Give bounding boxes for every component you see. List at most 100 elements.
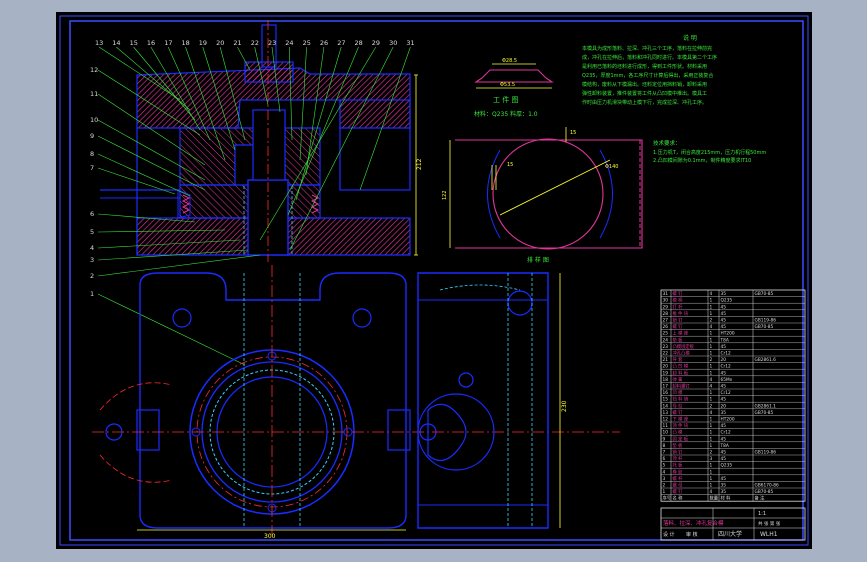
balloon-top-29: 29 bbox=[372, 39, 380, 47]
balloon-left-8: 8 bbox=[90, 150, 94, 158]
bom-cell-name: 销 钉 bbox=[673, 449, 684, 456]
bom-cell-note: GB70-85 bbox=[755, 324, 774, 330]
bom-header-qty: 数量 bbox=[710, 495, 719, 502]
bom-cell-no: 7 bbox=[663, 450, 666, 456]
bom-cell-no: 1 bbox=[663, 489, 666, 495]
balloon-left-7: 7 bbox=[90, 164, 94, 172]
title-block-drawing-no: WLH1 bbox=[760, 531, 778, 538]
bom-cell-qty: 1 bbox=[710, 483, 713, 489]
notes-line-5: 模结构，废料从下模漏出。坯料定位用挡料销，卸料采用 bbox=[582, 81, 707, 88]
bom-cell-mat: Cr12 bbox=[721, 364, 732, 370]
balloon-left-5: 5 bbox=[90, 228, 94, 236]
bom-cell-qty: 1 bbox=[710, 469, 713, 475]
title-block-school: 四川大学 bbox=[718, 530, 742, 538]
notes-line-7: 作时由压力机滑块带动上模下行，完成拉深、冲孔工序。 bbox=[582, 99, 707, 106]
balloon-left-4: 4 bbox=[90, 244, 94, 252]
tech-line-1: 1.压力机T，闭合高度215mm，压力机行程50mm bbox=[653, 149, 766, 156]
bom-cell-name: 弹 簧 bbox=[673, 376, 684, 383]
bom-cell-no: 15 bbox=[663, 397, 669, 403]
blank-label: 排 样 图 bbox=[527, 256, 549, 264]
bom-cell-mat: Q235 bbox=[721, 298, 733, 304]
bom-cell-no: 13 bbox=[663, 410, 669, 416]
bom-header-mat: 材 料 bbox=[721, 495, 732, 502]
bom-cell-no: 5 bbox=[663, 463, 666, 469]
bom-cell-name: 螺 钉 bbox=[673, 409, 684, 416]
tech-line-2: 2.凸凹模间隙为0.1mm，制件精度要求IT10 bbox=[653, 157, 751, 164]
balloon-top-25: 25 bbox=[303, 39, 311, 47]
bom-cell-no: 17 bbox=[663, 384, 669, 390]
balloon-top-21: 21 bbox=[233, 39, 241, 47]
balloon-left-1: 1 bbox=[90, 290, 94, 298]
bom-cell-no: 21 bbox=[663, 357, 669, 363]
bom-cell-name: 橡 胶 bbox=[673, 468, 684, 475]
balloon-top-15: 15 bbox=[130, 39, 138, 47]
cad-canvas[interactable]: 212 13 14 15 16 17 18 19 20 21 22 23 24 25 26 27 28 29 30… bbox=[0, 0, 867, 562]
balloon-left-10: 10 bbox=[90, 116, 98, 124]
bom-cell-no: 19 bbox=[663, 370, 669, 376]
bom-header-note: 备 注 bbox=[755, 495, 766, 502]
bom-cell-mat: 35 bbox=[721, 489, 727, 495]
balloon-top-16: 16 bbox=[147, 39, 155, 47]
bom-cell-mat: 20 bbox=[721, 357, 727, 363]
bom-cell-name: 凸模固定板 bbox=[673, 343, 695, 350]
bom-cell-qty: 2 bbox=[710, 318, 713, 324]
bom-cell-note: GB70-85 bbox=[755, 489, 774, 495]
blank-dia: Φ140 bbox=[605, 164, 618, 170]
bom-cell-qty: 2 bbox=[710, 403, 713, 409]
bom-cell-note: GB6170-86 bbox=[755, 483, 779, 489]
balloon-top-18: 18 bbox=[182, 39, 190, 47]
bom-cell-no: 25 bbox=[663, 331, 669, 337]
bom-cell-name: 托 板 bbox=[673, 462, 684, 469]
bom-cell-name: 卸 料 板 bbox=[673, 369, 689, 376]
title-block-sheet: 共 张 第 张 bbox=[758, 520, 781, 527]
bom-cell-qty: 1 bbox=[710, 337, 713, 343]
bom-cell-qty: 1 bbox=[710, 443, 713, 449]
bom-cell-mat: 35 bbox=[721, 483, 727, 489]
bom-cell-name: 卸料螺钉 bbox=[673, 383, 691, 390]
bom-cell-name: 模 柄 bbox=[673, 297, 684, 304]
bom-cell-qty: 1 bbox=[710, 370, 713, 376]
bom-cell-mat: T8A bbox=[720, 337, 729, 343]
blank-inner: 15 bbox=[507, 162, 513, 168]
bom-header-name: 名 称 bbox=[673, 495, 684, 502]
bom-cell-qty: 4 bbox=[710, 324, 713, 330]
notes-line-1: 本模具为成形落料、拉深、冲孔三个工序，落料在拉伸前完 bbox=[582, 45, 712, 52]
bom-cell-mat: 35 bbox=[721, 291, 727, 297]
bom-cell-name: 下 模 座 bbox=[673, 416, 689, 423]
bom-cell-qty: 1 bbox=[710, 430, 713, 436]
bom-cell-qty: 1 bbox=[710, 364, 713, 370]
balloon-top-23: 23 bbox=[268, 39, 276, 47]
bom-cell-mat: 45 bbox=[721, 384, 727, 390]
bom-cell-name: 螺 母 bbox=[673, 482, 684, 489]
bom-cell-name: 螺 杆 bbox=[673, 475, 684, 482]
blank-height: 122 bbox=[442, 190, 448, 200]
bom-cell-qty: 1 bbox=[710, 331, 713, 337]
bom-cell-no: 4 bbox=[663, 469, 666, 475]
bom-cell-name: 挡 料 销 bbox=[673, 396, 689, 403]
balloon-left-6: 6 bbox=[90, 210, 94, 218]
balloon-top-17: 17 bbox=[164, 39, 172, 47]
dim-width-bottom: 300 bbox=[264, 533, 276, 540]
bom-cell-name: 凹 模 bbox=[673, 389, 684, 396]
bom-cell-note: GB119-86 bbox=[755, 450, 777, 456]
bom-cell-name: 垫 板 bbox=[673, 442, 684, 449]
bom-cell-qty: 1 bbox=[710, 304, 713, 310]
notes-line-3: 是利用已落料的坯料进行成形，得到工件形状。材料采用 bbox=[582, 63, 707, 70]
bom-cell-name: 螺 钉 bbox=[673, 488, 684, 495]
bom-cell-no: 3 bbox=[663, 476, 666, 482]
bom-cell-qty: 4 bbox=[710, 489, 713, 495]
bom-cell-qty: 4 bbox=[710, 291, 713, 297]
bom-cell-no: 6 bbox=[663, 456, 666, 462]
title-block-designer: 设 计 bbox=[663, 531, 675, 538]
bom-cell-no: 26 bbox=[663, 324, 669, 330]
balloon-left-12: 12 bbox=[90, 66, 98, 74]
cad-drawing-window: 212 13 14 15 16 17 18 19 20 21 22 23 24 25 26 27 28 29 30… bbox=[0, 0, 867, 562]
bom-cell-no: 2 bbox=[663, 483, 666, 489]
bom-cell-qty: 1 bbox=[710, 298, 713, 304]
bom-cell-note: GB2861.1 bbox=[755, 403, 777, 409]
bom-cell-name: 导 柱 bbox=[673, 402, 684, 409]
bom-cell-name: 上 模 座 bbox=[673, 330, 689, 337]
bom-cell-qty: 1 bbox=[710, 351, 713, 357]
bom-cell-name: 冲孔凸模 bbox=[673, 350, 691, 357]
balloon-left-3: 3 bbox=[90, 256, 94, 264]
